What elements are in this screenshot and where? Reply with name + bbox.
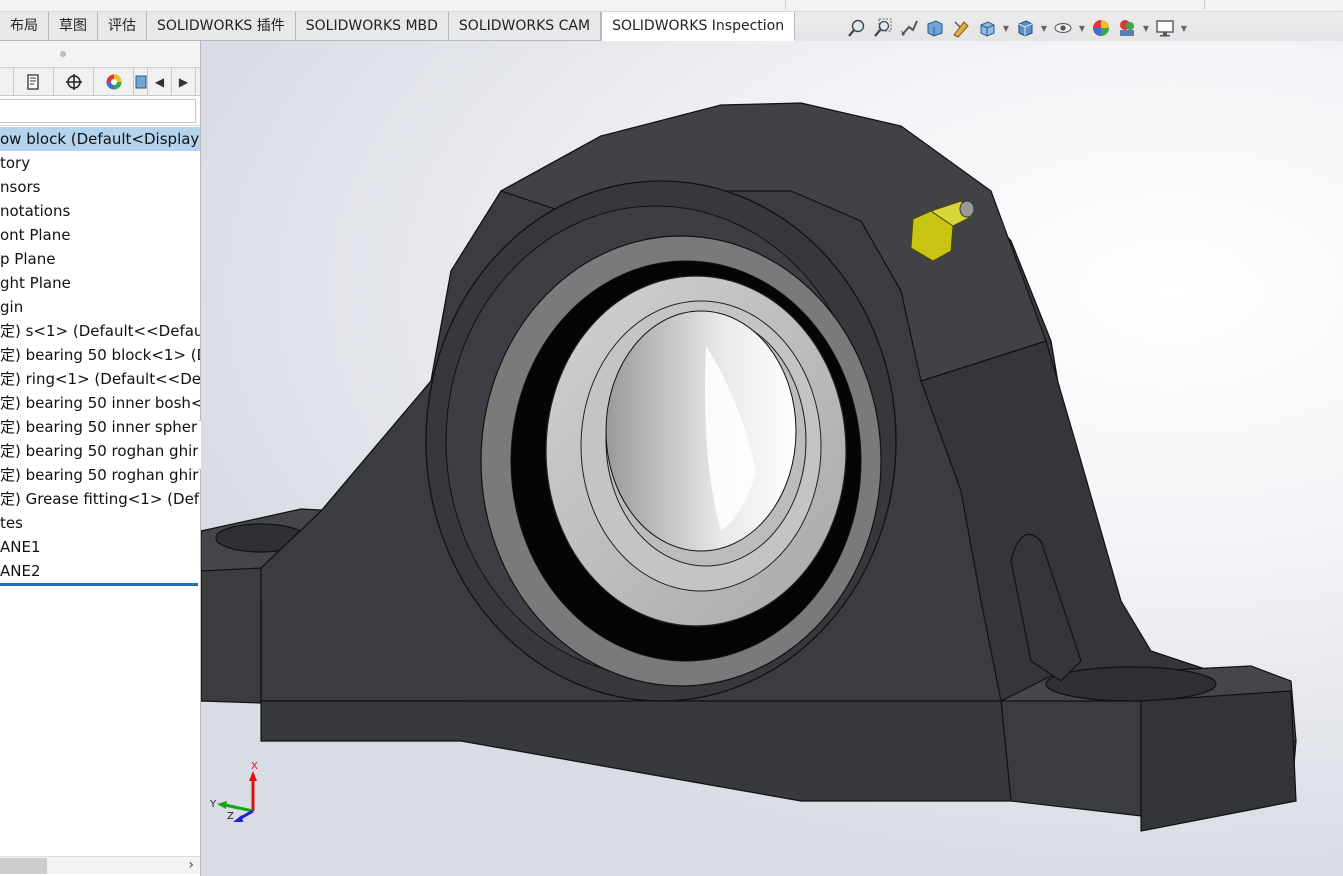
- search-hint-area[interactable]: [785, 0, 1205, 10]
- chevron-down-icon[interactable]: ▼: [1002, 17, 1010, 39]
- command-manager: 布局 草图 评估 SOLIDWORKS 插件 SOLIDWORKS MBD SO…: [0, 0, 1343, 41]
- grip-dot: [60, 51, 66, 57]
- scrollbar-thumb[interactable]: [0, 858, 47, 874]
- manager-tabs: ◀ ▶: [0, 67, 200, 96]
- rollback-bar[interactable]: [0, 583, 198, 586]
- panel-grip[interactable]: [0, 41, 200, 68]
- feature-manager-panel: ◀ ▶ ow block (Default<Display tory nsors…: [0, 41, 201, 876]
- tab-inspection[interactable]: SOLIDWORKS Inspection: [601, 12, 796, 41]
- previous-view-icon[interactable]: [898, 17, 920, 39]
- tab-sketch[interactable]: 草图: [49, 12, 98, 41]
- tree-item-annotations[interactable]: notations: [0, 199, 200, 223]
- chevron-down-icon[interactable]: ▼: [1078, 17, 1086, 39]
- section-view-icon[interactable]: [924, 17, 946, 39]
- zoom-to-area-icon[interactable]: [872, 17, 894, 39]
- graphics-area[interactable]: X Y Z: [201, 41, 1343, 876]
- hide-show-icon[interactable]: [1052, 17, 1074, 39]
- horizontal-scrollbar[interactable]: ›: [0, 856, 200, 874]
- tab-layout[interactable]: 布局: [0, 12, 49, 41]
- tree-item-component[interactable]: 定) bearing 50 inner spheric: [0, 415, 200, 439]
- base-front-strip: [260, 700, 1012, 802]
- tree-item-component[interactable]: 定) bearing 50 block<1> (De: [0, 343, 200, 367]
- bearing-bore: [605, 310, 797, 552]
- zoom-to-fit-icon[interactable]: [846, 17, 868, 39]
- display-manager-icon[interactable]: [94, 67, 134, 96]
- chevron-right-icon[interactable]: ›: [188, 857, 194, 874]
- tree-item-history[interactable]: tory: [0, 151, 200, 175]
- tab-cam[interactable]: SOLIDWORKS CAM: [448, 12, 602, 41]
- tree-item-component[interactable]: 定) bearing 50 roghan ghir<: [0, 439, 200, 463]
- configuration-manager-icon[interactable]: [54, 67, 94, 96]
- view-settings-icon[interactable]: [1154, 17, 1176, 39]
- command-tabs: 布局 草图 评估 SOLIDWORKS 插件 SOLIDWORKS MBD SO…: [0, 12, 796, 41]
- chevron-down-icon[interactable]: ▼: [1180, 17, 1188, 39]
- feature-manager-tab[interactable]: [0, 67, 14, 96]
- scroll-right-icon[interactable]: ▶: [172, 67, 196, 96]
- tree-item-front-plane[interactable]: ont Plane: [0, 223, 200, 247]
- tree-item-component[interactable]: 定) s<1> (Default<<Default:: [0, 319, 200, 343]
- triad-z-label: Z: [227, 811, 234, 822]
- tree-item-root[interactable]: ow block (Default<Display: [0, 127, 200, 151]
- tree-item-component[interactable]: 定) bearing 50 roghan ghir<: [0, 463, 200, 487]
- right-bolt-slot: [1045, 666, 1217, 702]
- view-orientation-icon[interactable]: [976, 17, 998, 39]
- heads-up-view-toolbar: ▼ ▼ ▼ ▼ ▼: [846, 16, 1188, 40]
- tree-item-origin[interactable]: gin: [0, 295, 200, 319]
- chevron-down-icon[interactable]: ▼: [1142, 17, 1150, 39]
- tree-item-plane2[interactable]: ANE2: [0, 559, 200, 583]
- right-foot-front: [1000, 700, 1142, 817]
- triad-y-label: Y: [210, 799, 217, 810]
- tree-item-plane1[interactable]: ANE1: [0, 535, 200, 559]
- triad-x-label: X: [251, 761, 258, 772]
- coordinate-triad: X Y Z: [209, 761, 269, 831]
- tree-item-component[interactable]: 定) bearing 50 inner bosh<1: [0, 391, 200, 415]
- tree-item-sensors[interactable]: nsors: [0, 175, 200, 199]
- tree-item-component[interactable]: 定) ring<1> (Default<<Defa: [0, 367, 200, 391]
- filter-row: [0, 96, 200, 126]
- tab-evaluate[interactable]: 评估: [98, 12, 147, 41]
- pillow-block-model[interactable]: [201, 41, 1343, 876]
- property-manager-icon[interactable]: [14, 67, 54, 96]
- chevron-down-icon[interactable]: ▼: [1040, 17, 1048, 39]
- tab-mbd[interactable]: SOLIDWORKS MBD: [295, 12, 449, 41]
- feature-tree: ow block (Default<Display tory nsors not…: [0, 127, 200, 586]
- cam-manager-icon[interactable]: [134, 67, 148, 96]
- apply-scene-icon[interactable]: [1116, 17, 1138, 39]
- dynamic-annotation-icon[interactable]: [950, 17, 972, 39]
- right-foot-end: [1140, 690, 1297, 832]
- display-style-icon[interactable]: [1014, 17, 1036, 39]
- edit-appearance-icon[interactable]: [1090, 17, 1112, 39]
- tree-item-component[interactable]: 定) Grease fitting<1> (Defau: [0, 487, 200, 511]
- tree-item-top-plane[interactable]: p Plane: [0, 247, 200, 271]
- scroll-left-icon[interactable]: ◀: [148, 67, 172, 96]
- tree-item-mates[interactable]: tes: [0, 511, 200, 535]
- solidworks-window: 布局 草图 评估 SOLIDWORKS 插件 SOLIDWORKS MBD SO…: [0, 0, 1343, 876]
- triad-axes: [217, 771, 257, 822]
- tab-addins[interactable]: SOLIDWORKS 插件: [147, 12, 296, 41]
- tree-filter-input[interactable]: [0, 99, 196, 123]
- tree-item-right-plane[interactable]: ght Plane: [0, 271, 200, 295]
